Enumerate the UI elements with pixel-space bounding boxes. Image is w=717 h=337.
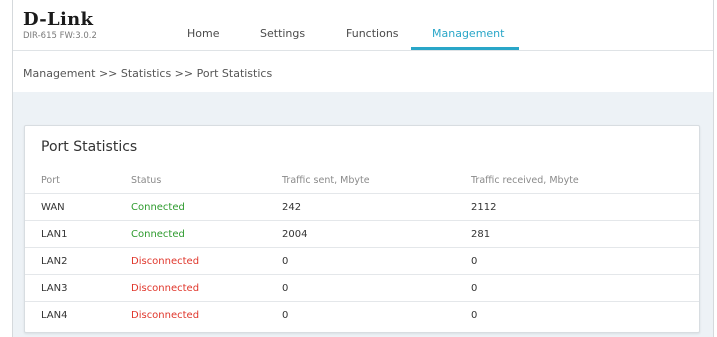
table-row: LAN2 Disconnected 0 0 xyxy=(25,247,699,275)
traffic-received: 281 xyxy=(471,229,491,240)
traffic-sent: 242 xyxy=(282,202,302,213)
dlink-logo[interactable]: D-Link xyxy=(23,11,93,29)
column-header-traffic-received: Traffic received, Mbyte xyxy=(471,175,579,186)
column-header-traffic-sent: Traffic sent, Mbyte xyxy=(282,175,370,186)
traffic-received: 0 xyxy=(471,256,478,267)
table-row: LAN1 Connected 2004 281 xyxy=(25,220,699,248)
port-name: LAN3 xyxy=(41,283,68,294)
firmware-label: DIR-615 FW:3.0.2 xyxy=(23,31,97,41)
port-status: Disconnected xyxy=(131,256,200,267)
breadcrumb-bar: Management >> Statistics >> Port Statist… xyxy=(13,51,713,93)
nav-management[interactable]: Management xyxy=(432,27,504,41)
active-nav-indicator xyxy=(411,47,519,50)
port-statistics-card: Port Statistics Port Status Traffic sent… xyxy=(24,125,700,333)
port-status: Connected xyxy=(131,202,185,213)
port-name: LAN2 xyxy=(41,256,68,267)
traffic-received: 2112 xyxy=(471,202,497,213)
breadcrumb: Management >> Statistics >> Port Statist… xyxy=(23,67,273,80)
port-status: Connected xyxy=(131,229,185,240)
port-name: LAN4 xyxy=(41,310,68,321)
port-name: LAN1 xyxy=(41,229,68,240)
table-row: LAN4 Disconnected 0 0 xyxy=(25,301,699,329)
nav-functions[interactable]: Functions xyxy=(346,27,399,41)
nav-settings[interactable]: Settings xyxy=(260,27,305,41)
app-frame: D-Link DIR-615 FW:3.0.2 Home Settings Fu… xyxy=(12,0,714,337)
traffic-sent: 0 xyxy=(282,310,289,321)
table-row: WAN Connected 242 2112 xyxy=(25,193,699,221)
nav-home[interactable]: Home xyxy=(187,27,219,41)
port-name: WAN xyxy=(41,202,65,213)
traffic-sent: 0 xyxy=(282,283,289,294)
top-header: D-Link DIR-615 FW:3.0.2 Home Settings Fu… xyxy=(13,0,713,51)
traffic-sent: 0 xyxy=(282,256,289,267)
column-header-status: Status xyxy=(131,175,162,186)
traffic-received: 0 xyxy=(471,283,478,294)
traffic-received: 0 xyxy=(471,310,478,321)
traffic-sent: 2004 xyxy=(282,229,308,240)
port-status: Disconnected xyxy=(131,310,200,321)
card-title: Port Statistics xyxy=(41,139,138,155)
port-status: Disconnected xyxy=(131,283,200,294)
column-header-port: Port xyxy=(41,175,60,186)
table-row: LAN3 Disconnected 0 0 xyxy=(25,274,699,302)
